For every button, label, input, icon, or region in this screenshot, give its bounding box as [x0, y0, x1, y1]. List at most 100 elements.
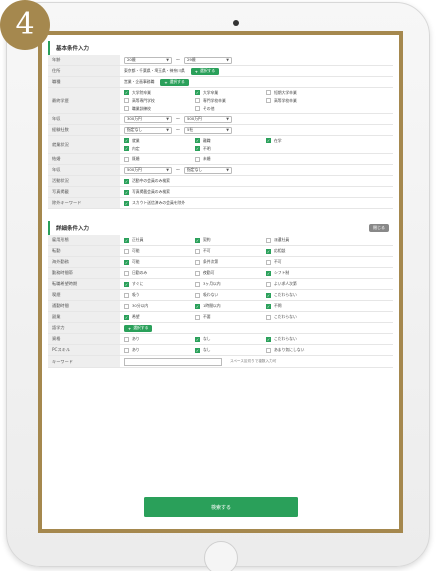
- checkbox-empty-icon[interactable]: [124, 347, 129, 353]
- checkbox-checked-icon[interactable]: ✓: [266, 303, 271, 309]
- checkbox-checked-icon[interactable]: ✓: [124, 146, 129, 151]
- checkbox-checked-icon[interactable]: ✓: [124, 138, 129, 143]
- range-to-select[interactable]: 指定なし ▼: [184, 166, 232, 174]
- checkbox-checked-icon[interactable]: ✓: [195, 237, 200, 243]
- checkbox-option[interactable]: ✓ こだわらない: [266, 292, 337, 298]
- checkbox-option[interactable]: 吸う: [124, 292, 195, 298]
- checkbox-option[interactable]: その他: [195, 106, 266, 112]
- range-from-select[interactable]: 500万円 ▼: [124, 166, 172, 174]
- checkbox-option[interactable]: ✓ なし: [195, 347, 266, 353]
- checkbox-option[interactable]: よい求人次第: [266, 281, 337, 287]
- checkbox-checked-icon[interactable]: ✓: [124, 281, 129, 287]
- checkbox-empty-icon[interactable]: [195, 259, 200, 265]
- checkbox-checked-icon[interactable]: ✓: [195, 336, 200, 342]
- select-button[interactable]: + 選択する: [160, 78, 189, 86]
- checkbox-checked-icon[interactable]: ✓: [266, 336, 271, 342]
- checkbox-option[interactable]: ✓ 希望: [124, 314, 195, 320]
- checkbox-option[interactable]: 不要: [195, 314, 266, 320]
- checkbox-option[interactable]: あり: [124, 347, 195, 353]
- checkbox-option[interactable]: 高等専門学校: [124, 98, 195, 104]
- checkbox-option[interactable]: ✓ 就業: [124, 138, 195, 144]
- checkbox-option[interactable]: ✓ なし: [195, 336, 266, 342]
- search-button[interactable]: 検索する: [144, 497, 298, 517]
- checkbox-empty-icon[interactable]: [195, 292, 200, 298]
- checkbox-option[interactable]: 既婚: [124, 156, 195, 162]
- checkbox-option[interactable]: 未婚: [195, 156, 266, 162]
- checkbox-checked-icon[interactable]: ✓: [195, 90, 200, 95]
- checkbox-option[interactable]: 夜勤可: [195, 270, 266, 276]
- checkbox-empty-icon[interactable]: [124, 98, 129, 103]
- checkbox-option[interactable]: ✓ 可能: [124, 259, 195, 265]
- checkbox-option[interactable]: 高等学校卒業: [266, 98, 337, 104]
- select-button[interactable]: + 選択する: [190, 67, 220, 75]
- checkbox-option[interactable]: ✓ 応相談: [266, 248, 337, 254]
- checkbox-option[interactable]: 可能: [124, 248, 195, 254]
- keyword-input[interactable]: [124, 357, 222, 366]
- checkbox-empty-icon[interactable]: [266, 281, 271, 287]
- checkbox-checked-icon[interactable]: ✓: [195, 146, 200, 151]
- checkbox-option[interactable]: ✓ 在学: [266, 138, 337, 144]
- checkbox-empty-icon[interactable]: [266, 90, 271, 95]
- checkbox-checked-icon[interactable]: ✓: [195, 347, 200, 353]
- checkbox-empty-icon[interactable]: [124, 248, 129, 254]
- range-to-select[interactable]: 29歳 ▼: [184, 56, 232, 64]
- checkbox-option[interactable]: ✓ 活動中の会員のみ検索: [124, 178, 337, 184]
- checkbox-empty-icon[interactable]: [124, 106, 129, 111]
- checkbox-option[interactable]: 職業訓練校: [124, 106, 195, 112]
- checkbox-empty-icon[interactable]: [124, 303, 129, 309]
- checkbox-option[interactable]: ✓ 写真掲載会員のみ検索: [124, 189, 337, 195]
- checkbox-empty-icon[interactable]: [195, 314, 200, 320]
- checkbox-empty-icon[interactable]: [195, 281, 200, 287]
- checkbox-empty-icon[interactable]: [195, 156, 200, 162]
- checkbox-option[interactable]: こだわらない: [266, 314, 337, 320]
- checkbox-option[interactable]: 派遣社員: [266, 237, 337, 243]
- checkbox-option[interactable]: ✓ 契約: [195, 237, 266, 243]
- checkbox-option[interactable]: あり: [124, 336, 195, 342]
- checkbox-checked-icon[interactable]: ✓: [195, 303, 200, 309]
- checkbox-empty-icon[interactable]: [124, 270, 129, 276]
- checkbox-option[interactable]: ✓ 内定: [124, 146, 195, 152]
- checkbox-option[interactable]: ✓ すぐに: [124, 281, 195, 287]
- checkbox-option[interactable]: ✓ スカウト送信済みの会員を除外: [124, 200, 337, 206]
- checkbox-option[interactable]: 30分以内: [124, 303, 195, 309]
- range-to-select[interactable]: 5社 ▼: [184, 126, 232, 134]
- checkbox-option[interactable]: 3ヶ月以内: [195, 281, 266, 287]
- checkbox-checked-icon[interactable]: ✓: [124, 237, 129, 243]
- checkbox-empty-icon[interactable]: [124, 156, 129, 162]
- checkbox-option[interactable]: ✓ 1時間以内: [195, 303, 266, 309]
- checkbox-option[interactable]: ✓ こだわらない: [266, 336, 337, 342]
- checkbox-option[interactable]: ✓ シフト制: [266, 270, 337, 276]
- checkbox-empty-icon[interactable]: [266, 259, 271, 265]
- checkbox-checked-icon[interactable]: ✓: [124, 178, 129, 184]
- checkbox-empty-icon[interactable]: [195, 248, 200, 254]
- checkbox-empty-icon[interactable]: [124, 292, 129, 298]
- range-from-select[interactable]: 指定なし ▼: [124, 126, 172, 134]
- checkbox-checked-icon[interactable]: ✓: [124, 90, 129, 95]
- checkbox-option[interactable]: 日勤のみ: [124, 270, 195, 276]
- checkbox-option[interactable]: 条件次第: [195, 259, 266, 265]
- checkbox-option[interactable]: ✓ 不明: [195, 146, 266, 152]
- checkbox-empty-icon[interactable]: [266, 314, 271, 320]
- checkbox-option[interactable]: 短期大学卒業: [266, 90, 337, 96]
- home-button[interactable]: [204, 541, 238, 571]
- checkbox-checked-icon[interactable]: ✓: [124, 314, 129, 320]
- checkbox-empty-icon[interactable]: [195, 270, 200, 276]
- checkbox-option[interactable]: 吸わない: [195, 292, 266, 298]
- checkbox-option[interactable]: 不可: [195, 248, 266, 254]
- checkbox-empty-icon[interactable]: [195, 98, 200, 103]
- checkbox-option[interactable]: ✓ 大学院卒業: [124, 90, 195, 96]
- checkbox-option[interactable]: ✓ 正社員: [124, 237, 195, 243]
- checkbox-empty-icon[interactable]: [266, 237, 271, 243]
- checkbox-option[interactable]: ✓ 不問: [266, 303, 337, 309]
- checkbox-checked-icon[interactable]: ✓: [195, 138, 200, 143]
- checkbox-option[interactable]: ✓ 大学卒業: [195, 90, 266, 96]
- checkbox-empty-icon[interactable]: [195, 106, 200, 111]
- checkbox-checked-icon[interactable]: ✓: [266, 270, 271, 276]
- close-detail-button[interactable]: 閉じる: [369, 224, 389, 232]
- checkbox-option[interactable]: ✓ 離職: [195, 138, 266, 144]
- range-from-select[interactable]: 20歳 ▼: [124, 56, 172, 64]
- checkbox-option[interactable]: 専門学校卒業: [195, 98, 266, 104]
- checkbox-checked-icon[interactable]: ✓: [124, 259, 129, 265]
- checkbox-empty-icon[interactable]: [124, 336, 129, 342]
- checkbox-checked-icon[interactable]: ✓: [266, 248, 271, 254]
